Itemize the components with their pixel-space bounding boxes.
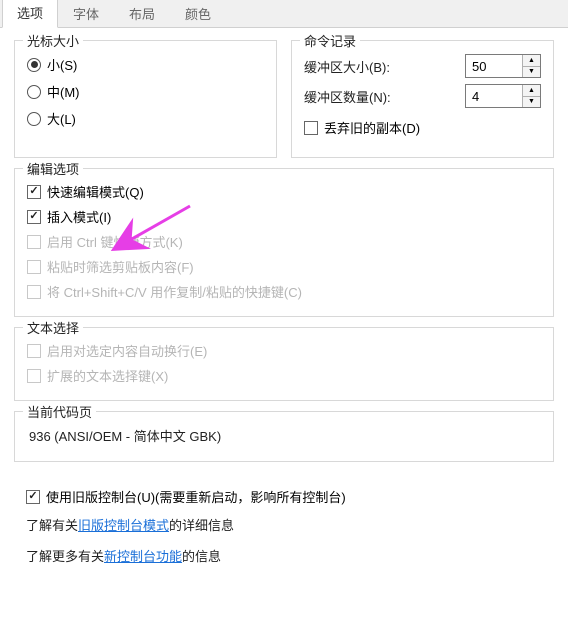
- radio-icon: [27, 112, 41, 126]
- buffer-size-row: 缓冲区大小(B): ▲ ▼: [304, 51, 541, 81]
- text: 的信息: [182, 549, 221, 564]
- text-select-legend: 文本选择: [23, 318, 83, 337]
- radio-small[interactable]: 小(S): [27, 51, 264, 78]
- buffer-size-spinner[interactable]: ▲ ▼: [465, 54, 541, 78]
- tab-layout[interactable]: 布局: [114, 0, 170, 28]
- checkbox-icon: [27, 210, 41, 224]
- spin-up-icon[interactable]: ▲: [523, 55, 540, 66]
- checkbox-label: 启用对选定内容自动换行(E): [47, 341, 207, 360]
- tab-font[interactable]: 字体: [58, 0, 114, 28]
- checkbox-icon: [27, 344, 41, 358]
- edit-options-legend: 编辑选项: [23, 159, 83, 178]
- radio-label: 大(L): [47, 109, 76, 128]
- text-select-group: 文本选择 启用对选定内容自动换行(E) 扩展的文本选择键(X): [14, 327, 554, 401]
- cb-filter-clipboard: 粘贴时筛选剪贴板内容(F): [27, 254, 541, 279]
- text: 了解有关: [26, 518, 78, 533]
- cb-ctrl-shortcuts: 启用 Ctrl 键快捷方式(K): [27, 229, 541, 254]
- radio-label: 小(S): [47, 55, 77, 74]
- checkbox-label: 使用旧版控制台(U)(需要重新启动，影响所有控制台): [46, 487, 346, 506]
- codepage-legend: 当前代码页: [23, 402, 96, 421]
- checkbox-label: 启用 Ctrl 键快捷方式(K): [47, 232, 183, 251]
- checkbox-label: 扩展的文本选择键(X): [47, 366, 168, 385]
- cursor-size-legend: 光标大小: [23, 31, 83, 50]
- checkbox-label: 插入模式(I): [47, 207, 111, 226]
- tab-colors[interactable]: 颜色: [170, 0, 226, 28]
- link-new-console[interactable]: 新控制台功能: [104, 549, 182, 564]
- footer-line-2: 了解更多有关新控制台功能的信息: [26, 546, 554, 565]
- checkbox-icon: [26, 490, 40, 504]
- cmd-history-group: 命令记录 缓冲区大小(B): ▲ ▼ 缓冲区数量(N):: [291, 40, 554, 158]
- buffer-count-row: 缓冲区数量(N): ▲ ▼: [304, 81, 541, 111]
- buffer-count-label: 缓冲区数量(N):: [304, 87, 391, 106]
- checkbox-label: 将 Ctrl+Shift+C/V 用作复制/粘贴的快捷键(C): [47, 282, 302, 301]
- cb-ext-text-select: 扩展的文本选择键(X): [27, 363, 541, 388]
- checkbox-icon: [27, 260, 41, 274]
- buffer-count-input[interactable]: [466, 85, 522, 107]
- tab-options[interactable]: 选项: [2, 0, 58, 28]
- spin-down-icon[interactable]: ▼: [523, 96, 540, 108]
- buffer-size-input[interactable]: [466, 55, 522, 77]
- discard-old-checkbox[interactable]: 丢弃旧的副本(D): [304, 115, 541, 140]
- spin-up-icon[interactable]: ▲: [523, 85, 540, 96]
- cb-insert-mode[interactable]: 插入模式(I): [27, 204, 541, 229]
- cmd-history-legend: 命令记录: [300, 31, 360, 50]
- radio-icon: [27, 85, 41, 99]
- cb-copy-paste-hotkey: 将 Ctrl+Shift+C/V 用作复制/粘贴的快捷键(C): [27, 279, 541, 304]
- link-legacy-mode[interactable]: 旧版控制台模式: [78, 518, 169, 533]
- checkbox-label: 粘贴时筛选剪贴板内容(F): [47, 257, 194, 276]
- radio-large[interactable]: 大(L): [27, 105, 264, 132]
- checkbox-icon: [27, 185, 41, 199]
- edit-options-group: 编辑选项 快速编辑模式(Q) 插入模式(I) 启用 Ctrl 键快捷方式(K) …: [14, 168, 554, 317]
- cb-legacy-console[interactable]: 使用旧版控制台(U)(需要重新启动，影响所有控制台): [26, 484, 554, 509]
- footer-area: 使用旧版控制台(U)(需要重新启动，影响所有控制台) 了解有关旧版控制台模式的详…: [0, 482, 568, 587]
- text: 的详细信息: [169, 518, 234, 533]
- radio-icon: [27, 58, 41, 72]
- cursor-size-group: 光标大小 小(S) 中(M) 大(L): [14, 40, 277, 158]
- radio-medium[interactable]: 中(M): [27, 78, 264, 105]
- radio-label: 中(M): [47, 82, 80, 101]
- codepage-value: 936 (ANSI/OEM - 简体中文 GBK): [27, 422, 541, 449]
- checkbox-icon: [27, 285, 41, 299]
- footer-line-1: 了解有关旧版控制台模式的详细信息: [26, 515, 554, 534]
- checkbox-icon: [304, 121, 318, 135]
- cb-quick-edit[interactable]: 快速编辑模式(Q): [27, 179, 541, 204]
- checkbox-icon: [27, 369, 41, 383]
- tab-strip: 选项 字体 布局 颜色: [0, 0, 568, 28]
- buffer-count-spinner[interactable]: ▲ ▼: [465, 84, 541, 108]
- checkbox-label: 丢弃旧的副本(D): [324, 118, 420, 137]
- buffer-size-label: 缓冲区大小(B):: [304, 57, 390, 76]
- checkbox-label: 快速编辑模式(Q): [47, 182, 144, 201]
- checkbox-icon: [27, 235, 41, 249]
- codepage-group: 当前代码页 936 (ANSI/OEM - 简体中文 GBK): [14, 411, 554, 462]
- cb-wrap-selection: 启用对选定内容自动换行(E): [27, 338, 541, 363]
- text: 了解更多有关: [26, 549, 104, 564]
- spin-down-icon[interactable]: ▼: [523, 66, 540, 78]
